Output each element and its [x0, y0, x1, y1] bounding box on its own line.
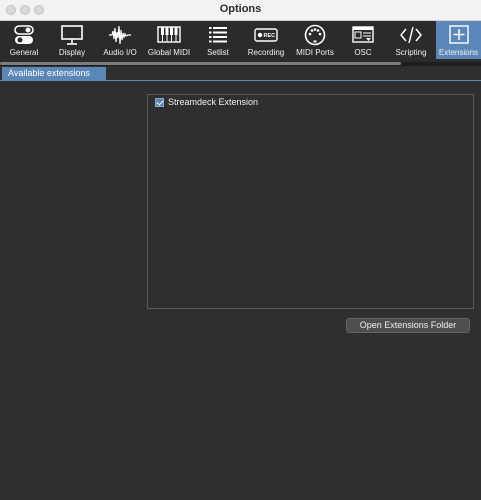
toolbar-item-extensions[interactable]: Extensions	[436, 21, 481, 59]
toolbar-item-midi-ports[interactable]: MIDI Ports	[292, 21, 338, 59]
toolbar-item-global-midi[interactable]: Global MIDI	[146, 21, 192, 59]
monitor-icon	[61, 25, 83, 45]
rec-badge-text: REC	[264, 33, 276, 39]
waveform-icon	[109, 25, 131, 45]
toolbar-label: Extensions	[438, 48, 479, 57]
toggle-icon	[14, 25, 34, 44]
streamdeck-extension-checkbox[interactable]	[155, 98, 164, 107]
window-title: Options	[219, 3, 262, 15]
open-extensions-folder-button[interactable]: Open Extensions Folder	[346, 318, 470, 333]
midi-port-icon	[304, 24, 326, 46]
extension-label: Streamdeck Extension	[168, 97, 259, 107]
toolbar-item-display[interactable]: Display	[49, 21, 95, 59]
toolbar-scrollbar-thumb[interactable]	[0, 62, 401, 65]
toolbar-item-audio-io[interactable]: Audio I/O	[97, 21, 143, 59]
piano-keys-icon	[157, 26, 181, 43]
tab-available-extensions[interactable]: Available extensions	[2, 67, 106, 80]
preferences-toolbar: General Display Audio I/O Global MIDI Se…	[0, 21, 481, 62]
osc-icon	[352, 26, 374, 43]
list-icon	[209, 27, 227, 43]
extensions-list-panel: Streamdeck Extension	[147, 94, 474, 309]
tab-underline	[0, 80, 481, 81]
code-icon	[400, 26, 422, 44]
toolbar-item-setlist[interactable]: Setlist	[195, 21, 241, 59]
rec-icon: REC	[254, 28, 278, 42]
toolbar-item-osc[interactable]: OSC	[340, 21, 386, 59]
toolbar-item-recording[interactable]: REC Recording	[243, 21, 289, 59]
plus-square-icon	[448, 25, 469, 44]
toolbar-item-scripting[interactable]: Scripting	[388, 21, 434, 59]
toolbar-item-general[interactable]: General	[1, 21, 47, 59]
window-titlebar: Options	[0, 0, 481, 21]
